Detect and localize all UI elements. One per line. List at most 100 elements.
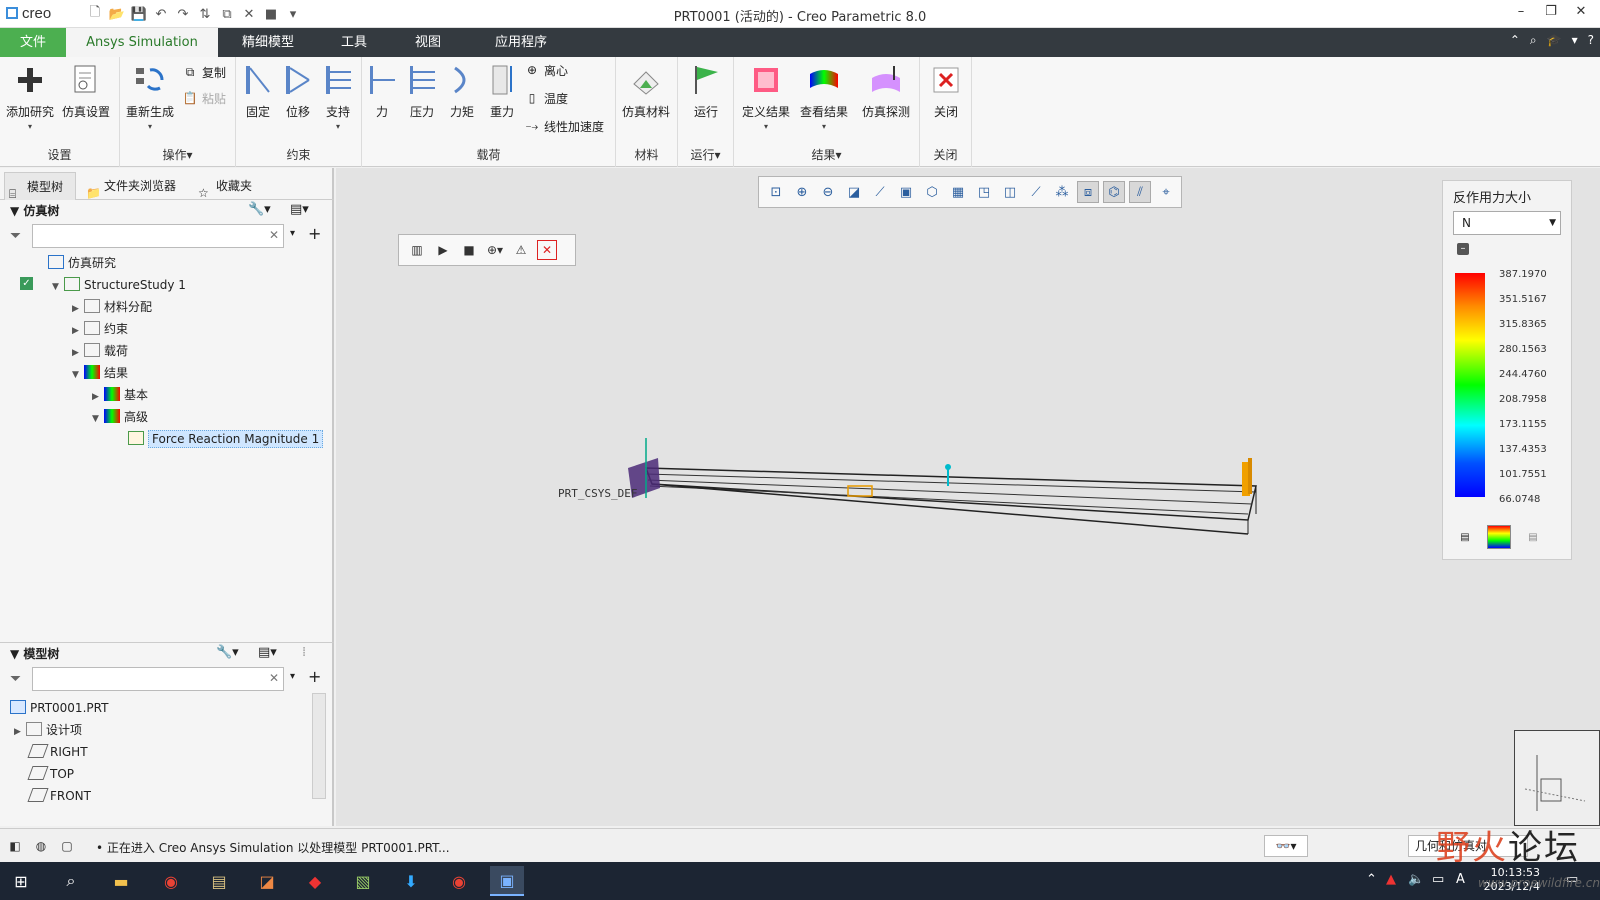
display-style-icon[interactable]: ▣ bbox=[895, 181, 917, 203]
customize-qat-icon[interactable]: ▾ bbox=[284, 5, 302, 23]
panel-tab-favorites[interactable]: ☆ 收藏夹 bbox=[194, 172, 274, 200]
linear-accel-button[interactable]: ⤍ 线性加速度 bbox=[524, 115, 604, 137]
tree-item-part[interactable]: PRT0001.PRT bbox=[10, 697, 108, 719]
browser-toggle-icon[interactable]: ◍ bbox=[32, 837, 50, 855]
volume-icon[interactable]: 🔈 bbox=[1408, 872, 1424, 887]
open-folder-icon[interactable]: 📂 bbox=[108, 5, 126, 23]
tree-item-front-plane[interactable]: FRONT bbox=[27, 785, 91, 807]
support-button[interactable]: 支持 ▾ bbox=[318, 61, 358, 139]
creo-task-icon[interactable]: ▣ bbox=[490, 866, 524, 896]
clear-icon[interactable]: ✕ bbox=[269, 228, 279, 242]
panel-tab-folder-browser[interactable]: 📁 文件夹浏览器 bbox=[82, 172, 188, 200]
tab-applications[interactable]: 应用程序 bbox=[476, 28, 566, 57]
tree-item-design-items[interactable]: ▶ 设计项 bbox=[14, 719, 82, 741]
collapse-ribbon-icon[interactable]: ⌃ bbox=[1510, 33, 1520, 48]
datum-display-icon[interactable]: ⁂ bbox=[1051, 181, 1073, 203]
file-explorer-icon[interactable]: ▬ bbox=[104, 866, 138, 896]
warning-icon[interactable]: ⚠ bbox=[511, 240, 531, 260]
run-button[interactable]: 运行 bbox=[680, 61, 732, 139]
tree-item-advanced[interactable]: ▼ 高级 bbox=[92, 406, 148, 428]
tree-settings-icon[interactable]: 🔧▾ bbox=[248, 202, 271, 217]
sim-tree-header[interactable]: ▼ 仿真树 bbox=[10, 200, 59, 222]
stop-icon[interactable]: ■ bbox=[459, 240, 479, 260]
collapsed-arrow-icon[interactable]: ▶ bbox=[72, 298, 84, 320]
tab-tools[interactable]: 工具 bbox=[322, 28, 386, 57]
section-icon[interactable]: ◫ bbox=[999, 181, 1021, 203]
refit-icon[interactable]: ⊡ bbox=[765, 181, 787, 203]
view-results-button[interactable]: 查看结果 ▾ bbox=[796, 61, 852, 139]
group-label-results[interactable]: 结果▾ bbox=[734, 146, 919, 163]
expanded-arrow-icon[interactable]: ▼ bbox=[72, 364, 84, 386]
gravity-button[interactable]: 重力 bbox=[482, 61, 522, 139]
tab-file[interactable]: 文件 bbox=[0, 28, 66, 57]
add-filter-icon[interactable]: + bbox=[308, 224, 321, 243]
group-label-operations[interactable]: 操作▾ bbox=[120, 146, 235, 163]
regenerate-icon[interactable]: ⇅ bbox=[196, 5, 214, 23]
collapsed-arrow-icon[interactable]: ▶ bbox=[92, 386, 104, 408]
undo-icon[interactable]: ↶ bbox=[152, 5, 170, 23]
annotation-icon[interactable]: ⟋ bbox=[1025, 181, 1047, 203]
image-viewer-icon[interactable]: ▧ bbox=[346, 866, 380, 896]
tree-item-force-reaction[interactable]: Force Reaction Magnitude 1 bbox=[128, 428, 324, 450]
tray-chevron-icon[interactable]: ⌃ bbox=[1366, 872, 1377, 887]
search-icon[interactable]: ⌕ bbox=[1530, 33, 1537, 48]
model-tree-header[interactable]: ▼ 模型树 bbox=[10, 643, 59, 665]
redo-icon[interactable]: ↷ bbox=[174, 5, 192, 23]
fullscreen-icon[interactable]: ▢ bbox=[58, 837, 76, 855]
fixed-button[interactable]: 固定 bbox=[238, 61, 278, 139]
tree-item-right-plane[interactable]: RIGHT bbox=[27, 741, 88, 763]
collapsed-arrow-icon[interactable]: ▶ bbox=[14, 721, 26, 743]
chrome-icon[interactable]: ◉ bbox=[154, 866, 188, 896]
search-icon[interactable]: ⌕ bbox=[54, 866, 88, 896]
pressure-button[interactable]: 压力 bbox=[402, 61, 442, 139]
tree-item-structure-study[interactable]: ▼ StructureStudy 1 bbox=[52, 274, 186, 296]
download-icon[interactable]: ⬇ bbox=[394, 866, 428, 896]
new-file-icon[interactable]: 🗋 bbox=[86, 5, 104, 23]
group-label-run[interactable]: 运行▾ bbox=[678, 146, 733, 163]
graphics-viewport[interactable]: PRT_CSYS_DEF bbox=[336, 168, 1600, 826]
panel-toggle-icon[interactable]: ◧ bbox=[6, 837, 24, 855]
constraint-display-icon[interactable]: ⧈ bbox=[1077, 181, 1099, 203]
tree-item-basic[interactable]: ▶ 基本 bbox=[92, 384, 148, 406]
chevron-down-icon[interactable]: ▾ bbox=[1572, 33, 1578, 48]
filter-dropdown-icon[interactable]: ▾ bbox=[290, 228, 295, 239]
office-icon[interactable]: ◪ bbox=[250, 866, 284, 896]
paste-button[interactable]: 📋 粘贴 bbox=[182, 87, 227, 109]
collapsed-arrow-icon[interactable]: ▶ bbox=[72, 342, 84, 364]
start-icon[interactable]: ⊞ bbox=[4, 866, 38, 896]
collapsed-arrow-icon[interactable]: ▶ bbox=[72, 320, 84, 342]
show-icon[interactable]: ⁞ bbox=[302, 645, 306, 660]
saved-views-icon[interactable]: ⬡ bbox=[921, 181, 943, 203]
tree-item-loads[interactable]: ▶ 载荷 bbox=[72, 340, 128, 362]
regenerate-button[interactable]: 重新生成 ▾ bbox=[124, 61, 176, 139]
sim-probe-button[interactable]: 仿真探测 bbox=[858, 61, 914, 139]
zoom-out-icon[interactable]: ⊖ bbox=[817, 181, 839, 203]
tree-item-sim-study[interactable]: 仿真研究 bbox=[48, 252, 116, 274]
sim-setup-button[interactable]: 仿真设置 bbox=[60, 61, 112, 139]
legend-report-icon[interactable]: ▤ bbox=[1521, 525, 1545, 549]
mesh-display-icon[interactable]: ⫽ bbox=[1129, 181, 1151, 203]
spin-center-icon[interactable]: ⌖ bbox=[1155, 181, 1177, 203]
panel-tab-model-tree[interactable]: ⌸ 模型树 bbox=[4, 172, 76, 201]
sim-tree-search-input[interactable]: ✕ bbox=[32, 224, 284, 248]
close-window-icon[interactable]: ✕ bbox=[240, 5, 258, 23]
expanded-arrow-icon[interactable]: ▼ bbox=[52, 276, 64, 298]
close-icon[interactable]: ✕ bbox=[1570, 4, 1592, 19]
displacement-button[interactable]: 位移 bbox=[278, 61, 318, 139]
wps-icon[interactable]: ◆ bbox=[298, 866, 332, 896]
close-sim-button[interactable]: 关闭 bbox=[920, 61, 972, 139]
expanded-arrow-icon[interactable]: ▼ bbox=[92, 408, 104, 430]
view-manager-icon[interactable]: ▦ bbox=[947, 181, 969, 203]
tab-ansys-simulation[interactable]: Ansys Simulation bbox=[66, 28, 218, 57]
temperature-button[interactable]: ▯ 温度 bbox=[524, 87, 568, 109]
repaint-icon[interactable]: ◪ bbox=[843, 181, 865, 203]
minimize-icon[interactable]: – bbox=[1510, 4, 1532, 19]
tree-columns-icon[interactable]: ▤▾ bbox=[258, 645, 277, 660]
add-filter-icon[interactable]: + bbox=[308, 667, 321, 686]
unit-select[interactable]: N ▼ bbox=[1453, 211, 1561, 235]
find-button[interactable]: 👓▾ bbox=[1264, 835, 1308, 857]
tree-settings-icon[interactable]: 🔧▾ bbox=[216, 645, 239, 660]
copy-button[interactable]: ⧉ 复制 bbox=[182, 61, 226, 83]
force-button[interactable]: 力 bbox=[362, 61, 402, 139]
orientation-icon[interactable]: ⟋ bbox=[869, 181, 891, 203]
